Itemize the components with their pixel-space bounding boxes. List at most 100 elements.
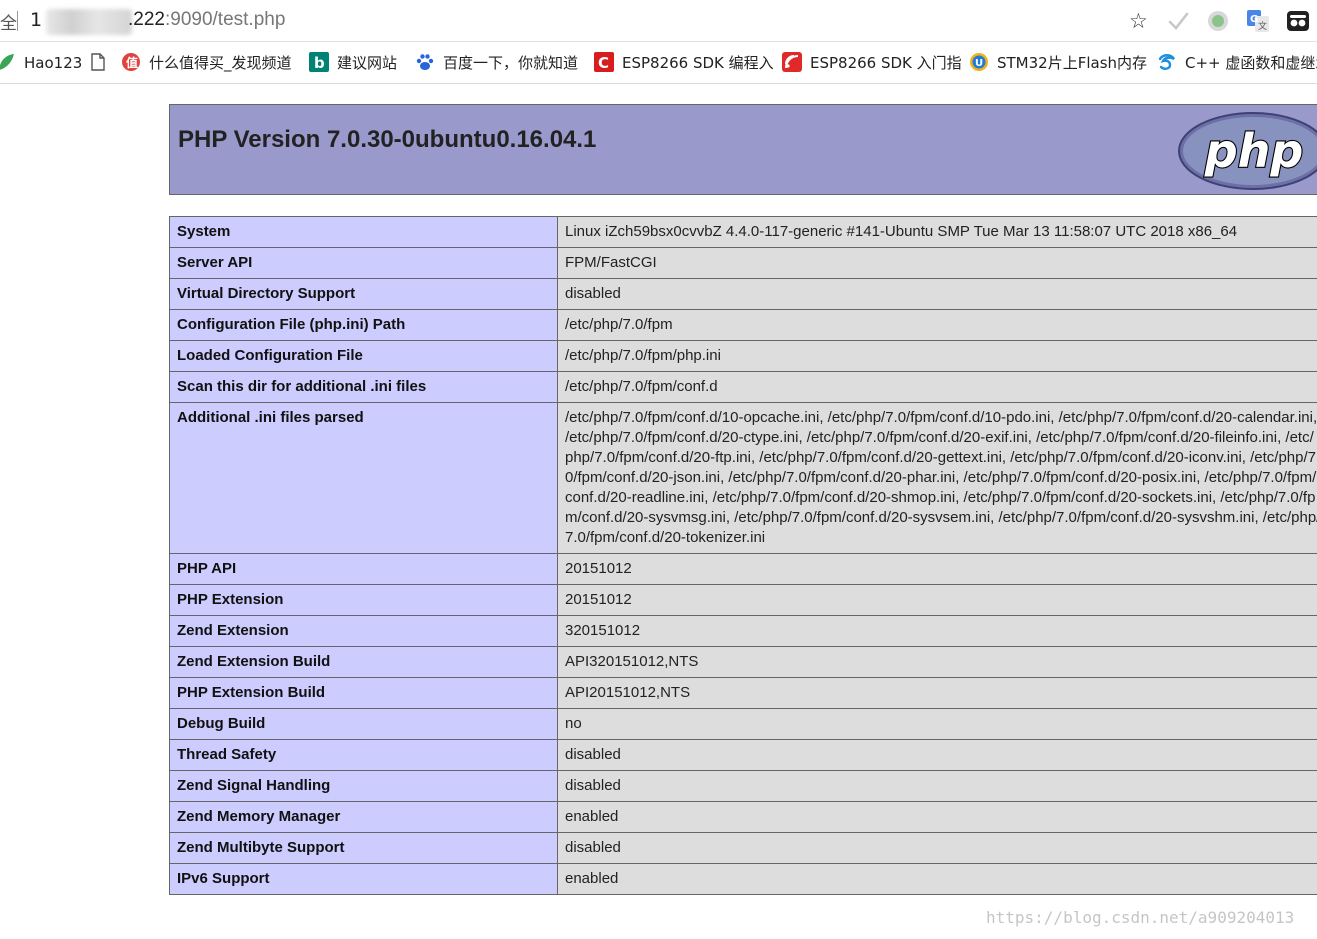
row-value: API20151012,NTS: [557, 677, 1317, 709]
row-value: disabled: [557, 278, 1317, 310]
row-value: no: [557, 708, 1317, 740]
row-key: Zend Memory Manager: [169, 801, 558, 833]
watermark: https://blog.csdn.net/a909204013: [986, 908, 1295, 927]
row-key: Scan this dir for additional .ini files: [169, 371, 558, 403]
row-value: /etc/php/7.0/fpm/conf.d/10-opcache.ini, …: [557, 402, 1317, 554]
url-host: .222: [128, 9, 165, 30]
bing-icon: b: [309, 51, 329, 72]
table-row: Server API FPM/FastCGI: [169, 247, 1317, 279]
row-key: Additional .ini files parsed: [169, 402, 558, 554]
green-dot-extension-icon[interactable]: [1206, 9, 1230, 33]
bookmark-label: Hao123: [24, 54, 83, 72]
row-key: Zend Multibyte Support: [169, 832, 558, 864]
baidu-paw-icon: [416, 53, 434, 70]
php-version-header: PHP Version 7.0.30-0ubuntu0.16.04.1 php: [169, 104, 1317, 195]
redacted-url-host: [46, 9, 132, 35]
row-key: Server API: [169, 247, 558, 279]
bookmark-label: 建议网站: [337, 54, 398, 72]
address-divider: [17, 11, 18, 31]
table-row: Zend Multibyte Support disabled: [169, 832, 1317, 864]
leaf-icon: [0, 53, 14, 70]
svg-text:值: 值: [126, 55, 138, 70]
row-value: enabled: [557, 801, 1317, 833]
row-key: System: [169, 216, 558, 248]
table-row: Loaded Configuration File/etc/php/7.0/fp…: [169, 340, 1317, 372]
espressif-icon: [782, 51, 802, 72]
table-row: Zend Extension 320151012: [169, 615, 1317, 647]
address-bar: 全 1 .222:9090/test.php ☆ G 文: [0, 0, 1317, 42]
swirl-icon: [1158, 53, 1176, 70]
table-row: IPv6 Support enabled: [169, 863, 1317, 895]
bookmark-label: ESP8266 SDK 编程入: [622, 54, 774, 72]
table-row: Debug Build no: [169, 708, 1317, 740]
row-value: enabled: [557, 863, 1317, 895]
bookmark-zhidemai[interactable]: 值什么值得买_发现频道: [121, 52, 292, 74]
row-value: /etc/php/7.0/fpm/conf.d: [557, 371, 1317, 403]
table-row: Additional .ini files parsed/etc/php/7.0…: [169, 402, 1317, 554]
url-port-path: :9090/test.php: [164, 9, 286, 30]
table-row: Zend Memory Manager enabled: [169, 801, 1317, 833]
table-row: Thread Safety disabled: [169, 739, 1317, 771]
google-translate-icon[interactable]: G 文: [1246, 9, 1270, 33]
incognito-mask-icon[interactable]: [1286, 9, 1310, 33]
php-logo[interactable]: php: [1176, 111, 1317, 191]
row-key: Virtual Directory Support: [169, 278, 558, 310]
csdn-icon: C: [594, 51, 614, 72]
bookmark-label: C++ 虚函数和虚继承: [1185, 54, 1317, 72]
bookmark-label: 什么值得买_发现频道: [149, 54, 292, 72]
table-row: System Linux iZch59bsx0cvvbZ 4.4.0-117-ge…: [169, 216, 1317, 248]
row-value: /etc/php/7.0/fpm: [557, 309, 1317, 341]
row-key: Debug Build: [169, 708, 558, 740]
table-row: Scan this dir for additional .ini files /…: [169, 371, 1317, 403]
row-key: Zend Extension Build: [169, 646, 558, 678]
row-value: disabled: [557, 770, 1317, 802]
row-value: 20151012: [557, 553, 1317, 585]
row-key: PHP API: [169, 553, 558, 585]
bookmark-star-icon[interactable]: ☆: [1129, 8, 1148, 34]
row-key: Thread Safety: [169, 739, 558, 771]
table-row: Configuration File (php.ini) Path/etc/ph…: [169, 309, 1317, 341]
row-key: Configuration File (php.ini) Path: [169, 309, 558, 341]
bookmark-esp8266-sdk-guide[interactable]: ESP8266 SDK 入门指: [782, 51, 962, 74]
bookmarks-bar: Hao123 值什么值得买_发现频道 b 建议网站 百度一下，你就知道 C ESP8…: [0, 42, 1317, 84]
row-key: PHP Extension: [169, 584, 558, 616]
row-value: 320151012: [557, 615, 1317, 647]
table-row: Virtual Directory Support disabled: [169, 278, 1317, 310]
bookmark-stm32-flash[interactable]: U STM32片上Flash内存: [969, 52, 1147, 74]
bookmark-baidu[interactable]: 百度一下，你就知道: [415, 52, 578, 74]
bookmark-label: 百度一下，你就知道: [443, 54, 579, 72]
page-title: PHP Version 7.0.30-0ubuntu0.16.04.1: [178, 126, 597, 153]
row-key: Loaded Configuration File: [169, 340, 558, 372]
checkmark-extension-icon[interactable]: [1166, 9, 1190, 33]
bookmark-bing[interactable]: b 建议网站: [309, 51, 398, 74]
row-value: API320151012,NTS: [557, 646, 1317, 678]
svg-text:C: C: [598, 54, 609, 72]
row-value: Linux iZch59bsx0cvvbZ 4.4.0-117-generic …: [557, 216, 1317, 248]
php-logo-text: php: [1204, 124, 1304, 178]
row-value: FPM/FastCGI: [557, 247, 1317, 279]
site-info-glyph[interactable]: 全: [0, 9, 17, 34]
row-value: 20151012: [557, 584, 1317, 616]
bookmark-hao123[interactable]: Hao123: [0, 52, 82, 74]
table-row: PHP Extension Build API20151012,NTS: [169, 677, 1317, 709]
bookmark-page[interactable]: [88, 52, 116, 74]
bookmark-label: ESP8266 SDK 入门指: [810, 54, 962, 72]
row-value: disabled: [557, 739, 1317, 771]
bookmark-label: STM32片上Flash内存: [997, 54, 1148, 72]
row-value: disabled: [557, 832, 1317, 864]
bookmark-cpp-virtual[interactable]: C++ 虚函数和虚继承: [1157, 52, 1317, 74]
table-row: Zend Extension Build API320151012,NTS: [169, 646, 1317, 678]
table-row: PHP API 20151012: [169, 553, 1317, 585]
url-prefix: 1: [30, 9, 43, 31]
svg-text:U: U: [975, 58, 983, 69]
url-input[interactable]: 1 .222:9090/test.php: [24, 5, 1162, 37]
url-text: .222:9090/test.php: [128, 9, 285, 31]
bookmark-esp8266-sdk-programming[interactable]: C ESP8266 SDK 编程入: [594, 51, 774, 74]
table-row: PHP Extension 20151012: [169, 584, 1317, 616]
svg-text:G: G: [1250, 14, 1258, 25]
u-circle-icon: U: [970, 52, 988, 71]
table-row: Zend Signal Handling disabled: [169, 770, 1317, 802]
svg-text:b: b: [314, 54, 325, 72]
row-value: /etc/php/7.0/fpm/php.ini: [557, 340, 1317, 372]
page-icon: [91, 52, 105, 71]
